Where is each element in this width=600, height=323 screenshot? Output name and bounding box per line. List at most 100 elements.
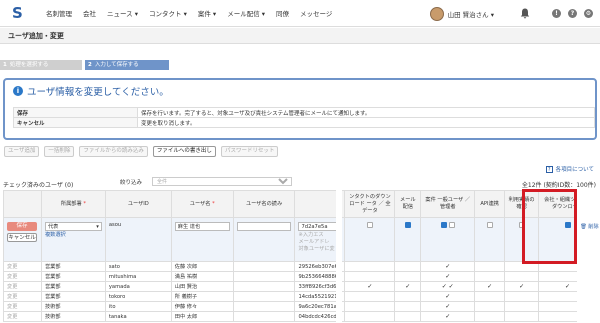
kana-value xyxy=(232,291,296,302)
contact-download-checkbox[interactable] xyxy=(366,222,373,228)
header-api: API連携 xyxy=(474,190,506,218)
step-label: 処理を選択する xyxy=(9,62,49,68)
delete-link[interactable]: 🗑 削除 xyxy=(580,223,599,230)
multi-select-link[interactable]: 複数選択 xyxy=(45,231,102,238)
bell-icon[interactable] xyxy=(520,8,530,19)
nav-item-colleague[interactable]: 同僚 xyxy=(276,8,289,18)
info-icon: i xyxy=(13,86,23,96)
field-help-link[interactable]: ? 各項目について xyxy=(545,165,594,173)
cancel-button[interactable]: キャンセル xyxy=(7,233,37,242)
api-value xyxy=(474,261,506,272)
settings-icon[interactable]: ⚙ xyxy=(584,9,593,18)
name-cell: 麻生 達也 xyxy=(170,217,234,262)
checked-users-count[interactable]: チェック済みのユーザ (0) xyxy=(3,180,73,189)
instruction-title: i ユーザ情報を変更してください。 xyxy=(5,80,595,98)
filter-select[interactable]: 全件 xyxy=(152,177,293,186)
name-value: 田中 太郎 xyxy=(170,311,234,322)
mail-value xyxy=(394,261,422,272)
required-mark: * xyxy=(83,200,86,207)
table-row: 変更 営業部 tokoro 所 義樹子 14cda55219217 ✓ xyxy=(3,291,597,302)
nav-item-deal[interactable]: 案件 ▾ xyxy=(198,8,216,18)
edit-link[interactable]: 変更 xyxy=(3,261,42,272)
edit-link[interactable]: 変更 xyxy=(3,291,42,302)
instruction-value: 変更を取り消します。 xyxy=(137,117,595,128)
api-checkbox[interactable] xyxy=(486,222,493,228)
nav-item-mail[interactable]: メール配信 ▾ xyxy=(227,8,265,18)
edit-link[interactable]: 変更 xyxy=(3,301,42,312)
export-file-button[interactable]: ファイルへの書き出し xyxy=(152,146,216,157)
api-value xyxy=(474,311,506,322)
dept-value: 営業部 xyxy=(40,281,106,292)
contact-download-value xyxy=(344,301,396,312)
import-file-button[interactable]: ファイルからの読み込み xyxy=(79,146,148,157)
api-value xyxy=(474,271,506,282)
deal-value: ✓ xyxy=(420,301,476,312)
filter: 絞り込み 全件 xyxy=(120,177,293,186)
header-uid: ユーザID xyxy=(104,190,172,218)
uid-value: tokoro xyxy=(104,291,172,302)
mail-checkbox[interactable] xyxy=(404,222,411,228)
name-input[interactable]: 麻生 達也 xyxy=(174,222,230,231)
kana-input[interactable] xyxy=(236,222,292,231)
name-value: 山田 賢治 xyxy=(170,281,234,292)
dept-value: 営業部 xyxy=(40,271,106,282)
uid-value: ito xyxy=(104,301,172,312)
step-indicator: 1 処理を選択する 2 入力して保存する xyxy=(0,60,169,70)
password-reset-button[interactable]: パスワードリセット xyxy=(220,146,279,157)
dept-value: 営業部 xyxy=(40,291,106,302)
nav-item-message[interactable]: メッセージ xyxy=(300,8,332,18)
mail-value xyxy=(394,311,422,322)
help-icon[interactable]: ? xyxy=(568,9,577,18)
name-value: 伊藤 修々 xyxy=(170,301,234,312)
step-label: 入力して保存する xyxy=(94,62,139,68)
torn-edge xyxy=(336,190,342,323)
instruction-panel: i ユーザ情報を変更してください。 保存 保存を行います。完了すると、対象ユーザ及… xyxy=(3,78,597,140)
uid-value: tanaka xyxy=(104,311,172,322)
info-icon[interactable]: ! xyxy=(552,9,561,18)
save-button[interactable]: 保存 xyxy=(7,222,37,231)
header-name-label: ユーザ名 xyxy=(189,200,211,207)
contact-download-value xyxy=(344,291,396,302)
nav-item-contact[interactable]: コンタクト ▾ xyxy=(149,8,187,18)
instruction-row: 保存 保存を行います。完了すると、対象ユーザ及び責社システム管理者にメールにて通知… xyxy=(13,107,595,118)
dept-select[interactable]: 代表 ▾ xyxy=(44,222,102,231)
user-menu[interactable]: 山田 賢治さん ▾ xyxy=(448,9,494,19)
table-header: 所属部署 * ユーザID ユーザ名 * ユーザ名の読み ンタクトのダウンロード … xyxy=(3,190,597,218)
edit-link[interactable]: 変更 xyxy=(3,271,42,282)
uid-value: yamada xyxy=(104,281,172,292)
edit-row: 保存 キャンセル 代表 ▾ 複数選択 asou 麻生 達也 7d2a7e5a ※… xyxy=(3,217,597,262)
action-toolbar: ユーザ追加 一括削除 ファイルからの読み込み ファイルへの書き出し パスワードリ… xyxy=(4,146,283,157)
contact-download-value xyxy=(344,271,396,282)
step-1: 1 処理を選択する xyxy=(0,60,82,70)
edit-link[interactable]: 変更 xyxy=(3,311,42,322)
avatar[interactable] xyxy=(429,6,444,21)
delete-label[interactable]: 削除 xyxy=(588,224,598,230)
kana-cell xyxy=(232,217,296,262)
api-value: ✓ xyxy=(474,281,506,292)
question-icon: ? xyxy=(545,165,553,173)
deal-admin-checkbox[interactable] xyxy=(448,222,455,228)
uid-value: sato xyxy=(104,261,172,272)
contact-download-cell xyxy=(344,217,396,262)
app-logo[interactable]: S xyxy=(12,5,28,21)
add-user-button[interactable]: ユーザ追加 xyxy=(4,146,40,157)
edit-link[interactable]: 変更 xyxy=(3,281,42,292)
nav-item-cards[interactable]: 名刺管理 xyxy=(46,8,72,18)
nav-item-news[interactable]: ニュース ▾ xyxy=(107,8,138,18)
mail-value xyxy=(394,271,422,282)
instruction-value: 保存を行います。完了すると、対象ユーザ及び責社システム管理者にメールにて通知しま… xyxy=(137,107,595,118)
right-margin xyxy=(577,190,597,323)
deal-user-checkbox[interactable] xyxy=(440,222,447,228)
step-number: 1 xyxy=(3,62,7,68)
kana-value xyxy=(232,261,296,272)
total-count: 全12件 (契約ID数：100件) xyxy=(521,182,596,189)
bulk-delete-button[interactable]: 一括削除 xyxy=(44,146,75,157)
uid-value: asou xyxy=(108,222,122,228)
table-row: 変更 技術部 tanaka 田中 太郎 04bdcdc426cdf ✓ xyxy=(3,311,597,322)
nav-item-company[interactable]: 会社 xyxy=(83,8,96,18)
mail-value xyxy=(394,291,422,302)
field-help-text[interactable]: 各項目について xyxy=(556,165,594,173)
header-dept-label: 所属部署 xyxy=(60,200,82,207)
contact-download-value xyxy=(344,311,396,322)
api-value xyxy=(474,291,506,302)
